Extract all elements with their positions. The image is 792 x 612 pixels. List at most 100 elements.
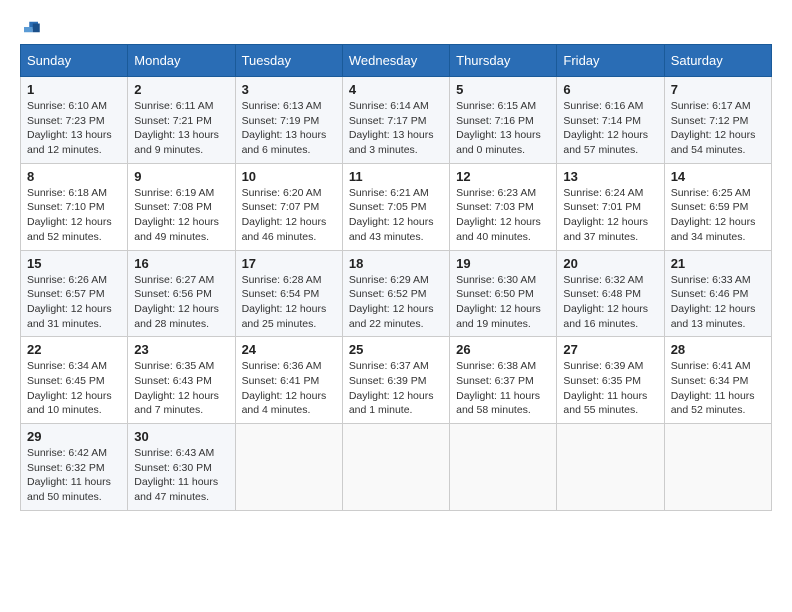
- logo: [20, 20, 40, 34]
- day-number: 25: [349, 342, 443, 357]
- week-row-1: 1 Sunrise: 6:10 AM Sunset: 7:23 PM Dayli…: [21, 77, 772, 164]
- day-cell: 25 Sunrise: 6:37 AM Sunset: 6:39 PM Dayl…: [342, 337, 449, 424]
- day-number: 28: [671, 342, 765, 357]
- day-number: 16: [134, 256, 228, 271]
- day-info: Sunrise: 6:15 AM Sunset: 7:16 PM Dayligh…: [456, 99, 550, 158]
- day-info: Sunrise: 6:35 AM Sunset: 6:43 PM Dayligh…: [134, 359, 228, 418]
- day-info: Sunrise: 6:13 AM Sunset: 7:19 PM Dayligh…: [242, 99, 336, 158]
- day-info: Sunrise: 6:29 AM Sunset: 6:52 PM Dayligh…: [349, 273, 443, 332]
- day-info: Sunrise: 6:41 AM Sunset: 6:34 PM Dayligh…: [671, 359, 765, 418]
- week-row-2: 8 Sunrise: 6:18 AM Sunset: 7:10 PM Dayli…: [21, 163, 772, 250]
- day-cell: 27 Sunrise: 6:39 AM Sunset: 6:35 PM Dayl…: [557, 337, 664, 424]
- day-cell: 30 Sunrise: 6:43 AM Sunset: 6:30 PM Dayl…: [128, 424, 235, 511]
- day-cell: 9 Sunrise: 6:19 AM Sunset: 7:08 PM Dayli…: [128, 163, 235, 250]
- day-cell: [557, 424, 664, 511]
- page-header: [20, 20, 772, 34]
- day-number: 2: [134, 82, 228, 97]
- day-info: Sunrise: 6:24 AM Sunset: 7:01 PM Dayligh…: [563, 186, 657, 245]
- day-info: Sunrise: 6:23 AM Sunset: 7:03 PM Dayligh…: [456, 186, 550, 245]
- day-info: Sunrise: 6:34 AM Sunset: 6:45 PM Dayligh…: [27, 359, 121, 418]
- day-info: Sunrise: 6:30 AM Sunset: 6:50 PM Dayligh…: [456, 273, 550, 332]
- day-cell: 19 Sunrise: 6:30 AM Sunset: 6:50 PM Dayl…: [450, 250, 557, 337]
- day-number: 7: [671, 82, 765, 97]
- day-cell: [664, 424, 771, 511]
- day-number: 15: [27, 256, 121, 271]
- day-number: 5: [456, 82, 550, 97]
- day-number: 9: [134, 169, 228, 184]
- day-cell: [450, 424, 557, 511]
- day-cell: 21 Sunrise: 6:33 AM Sunset: 6:46 PM Dayl…: [664, 250, 771, 337]
- day-number: 18: [349, 256, 443, 271]
- day-cell: 5 Sunrise: 6:15 AM Sunset: 7:16 PM Dayli…: [450, 77, 557, 164]
- day-cell: 1 Sunrise: 6:10 AM Sunset: 7:23 PM Dayli…: [21, 77, 128, 164]
- day-cell: 20 Sunrise: 6:32 AM Sunset: 6:48 PM Dayl…: [557, 250, 664, 337]
- day-number: 8: [27, 169, 121, 184]
- day-info: Sunrise: 6:43 AM Sunset: 6:30 PM Dayligh…: [134, 446, 228, 505]
- day-number: 12: [456, 169, 550, 184]
- day-number: 1: [27, 82, 121, 97]
- day-number: 6: [563, 82, 657, 97]
- day-cell: 24 Sunrise: 6:36 AM Sunset: 6:41 PM Dayl…: [235, 337, 342, 424]
- header-tuesday: Tuesday: [235, 45, 342, 77]
- day-number: 29: [27, 429, 121, 444]
- day-cell: 12 Sunrise: 6:23 AM Sunset: 7:03 PM Dayl…: [450, 163, 557, 250]
- day-cell: 15 Sunrise: 6:26 AM Sunset: 6:57 PM Dayl…: [21, 250, 128, 337]
- day-cell: 13 Sunrise: 6:24 AM Sunset: 7:01 PM Dayl…: [557, 163, 664, 250]
- day-cell: 4 Sunrise: 6:14 AM Sunset: 7:17 PM Dayli…: [342, 77, 449, 164]
- day-info: Sunrise: 6:36 AM Sunset: 6:41 PM Dayligh…: [242, 359, 336, 418]
- day-info: Sunrise: 6:11 AM Sunset: 7:21 PM Dayligh…: [134, 99, 228, 158]
- day-cell: 18 Sunrise: 6:29 AM Sunset: 6:52 PM Dayl…: [342, 250, 449, 337]
- header-row: Sunday Monday Tuesday Wednesday Thursday…: [21, 45, 772, 77]
- day-info: Sunrise: 6:28 AM Sunset: 6:54 PM Dayligh…: [242, 273, 336, 332]
- header-sunday: Sunday: [21, 45, 128, 77]
- day-info: Sunrise: 6:38 AM Sunset: 6:37 PM Dayligh…: [456, 359, 550, 418]
- day-number: 11: [349, 169, 443, 184]
- day-cell: 3 Sunrise: 6:13 AM Sunset: 7:19 PM Dayli…: [235, 77, 342, 164]
- day-info: Sunrise: 6:25 AM Sunset: 6:59 PM Dayligh…: [671, 186, 765, 245]
- day-info: Sunrise: 6:18 AM Sunset: 7:10 PM Dayligh…: [27, 186, 121, 245]
- day-info: Sunrise: 6:27 AM Sunset: 6:56 PM Dayligh…: [134, 273, 228, 332]
- day-cell: 7 Sunrise: 6:17 AM Sunset: 7:12 PM Dayli…: [664, 77, 771, 164]
- day-info: Sunrise: 6:32 AM Sunset: 6:48 PM Dayligh…: [563, 273, 657, 332]
- header-monday: Monday: [128, 45, 235, 77]
- day-number: 4: [349, 82, 443, 97]
- day-cell: 29 Sunrise: 6:42 AM Sunset: 6:32 PM Dayl…: [21, 424, 128, 511]
- header-friday: Friday: [557, 45, 664, 77]
- logo-icon: [22, 20, 40, 34]
- day-info: Sunrise: 6:16 AM Sunset: 7:14 PM Dayligh…: [563, 99, 657, 158]
- day-cell: 6 Sunrise: 6:16 AM Sunset: 7:14 PM Dayli…: [557, 77, 664, 164]
- day-cell: [235, 424, 342, 511]
- day-number: 30: [134, 429, 228, 444]
- day-info: Sunrise: 6:37 AM Sunset: 6:39 PM Dayligh…: [349, 359, 443, 418]
- day-cell: 22 Sunrise: 6:34 AM Sunset: 6:45 PM Dayl…: [21, 337, 128, 424]
- day-cell: 28 Sunrise: 6:41 AM Sunset: 6:34 PM Dayl…: [664, 337, 771, 424]
- day-info: Sunrise: 6:21 AM Sunset: 7:05 PM Dayligh…: [349, 186, 443, 245]
- day-cell: 23 Sunrise: 6:35 AM Sunset: 6:43 PM Dayl…: [128, 337, 235, 424]
- day-number: 22: [27, 342, 121, 357]
- day-number: 20: [563, 256, 657, 271]
- day-number: 13: [563, 169, 657, 184]
- day-info: Sunrise: 6:14 AM Sunset: 7:17 PM Dayligh…: [349, 99, 443, 158]
- day-cell: 26 Sunrise: 6:38 AM Sunset: 6:37 PM Dayl…: [450, 337, 557, 424]
- week-row-3: 15 Sunrise: 6:26 AM Sunset: 6:57 PM Dayl…: [21, 250, 772, 337]
- header-saturday: Saturday: [664, 45, 771, 77]
- day-cell: 14 Sunrise: 6:25 AM Sunset: 6:59 PM Dayl…: [664, 163, 771, 250]
- day-number: 17: [242, 256, 336, 271]
- week-row-5: 29 Sunrise: 6:42 AM Sunset: 6:32 PM Dayl…: [21, 424, 772, 511]
- day-cell: [342, 424, 449, 511]
- day-number: 3: [242, 82, 336, 97]
- header-thursday: Thursday: [450, 45, 557, 77]
- day-number: 26: [456, 342, 550, 357]
- day-info: Sunrise: 6:39 AM Sunset: 6:35 PM Dayligh…: [563, 359, 657, 418]
- day-number: 19: [456, 256, 550, 271]
- day-number: 14: [671, 169, 765, 184]
- day-number: 23: [134, 342, 228, 357]
- day-cell: 2 Sunrise: 6:11 AM Sunset: 7:21 PM Dayli…: [128, 77, 235, 164]
- calendar-header: Sunday Monday Tuesday Wednesday Thursday…: [21, 45, 772, 77]
- day-info: Sunrise: 6:17 AM Sunset: 7:12 PM Dayligh…: [671, 99, 765, 158]
- day-number: 21: [671, 256, 765, 271]
- day-cell: 8 Sunrise: 6:18 AM Sunset: 7:10 PM Dayli…: [21, 163, 128, 250]
- day-info: Sunrise: 6:26 AM Sunset: 6:57 PM Dayligh…: [27, 273, 121, 332]
- day-info: Sunrise: 6:33 AM Sunset: 6:46 PM Dayligh…: [671, 273, 765, 332]
- day-info: Sunrise: 6:10 AM Sunset: 7:23 PM Dayligh…: [27, 99, 121, 158]
